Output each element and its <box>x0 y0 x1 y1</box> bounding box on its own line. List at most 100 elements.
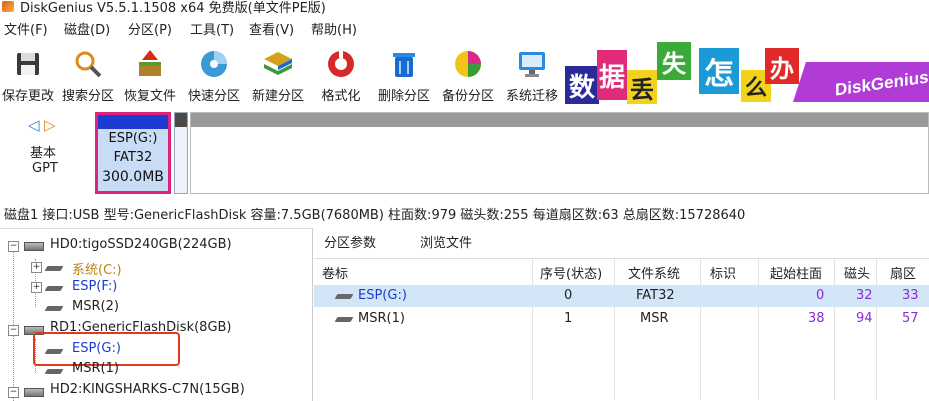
delete-partition-button[interactable]: 删除分区 <box>376 44 432 104</box>
row-head: 32 <box>856 288 873 303</box>
banner-char: 怎 <box>699 48 739 94</box>
tree-partition-msr2[interactable]: MSR(2) <box>72 299 119 314</box>
row-label: ESP(G:) <box>358 288 407 303</box>
partition-fs: FAT32 <box>113 150 153 165</box>
next-disk-arrow-icon[interactable]: ▷ <box>44 116 56 134</box>
partition-icon <box>44 306 64 311</box>
row-sector: 57 <box>902 311 919 326</box>
partition-icon <box>44 369 64 374</box>
quick-partition-label: 快速分区 <box>187 89 240 104</box>
disk-info-line: 磁盘1 接口:USB 型号:GenericFlashDisk 容量:7.5GB(… <box>4 208 746 223</box>
table-row[interactable]: MSR(1) 1 MSR 38 94 57 <box>314 308 929 330</box>
hard-disk-icon <box>24 388 44 397</box>
selected-partition-block[interactable]: ESP(G:) FAT32 300.0MB <box>95 112 171 194</box>
row-index: 1 <box>564 311 573 326</box>
menu-disk[interactable]: 磁盘(D) <box>64 19 110 38</box>
search-partition-label: 搜索分区 <box>61 89 114 104</box>
save-changes-label: 保存更改 <box>1 89 54 104</box>
trash-icon <box>393 53 415 77</box>
banner-char: 数 <box>565 66 599 104</box>
collapse-toggle[interactable]: − <box>8 241 19 252</box>
prev-disk-arrow-icon[interactable]: ◁ <box>28 116 40 134</box>
tab-partition-params[interactable]: 分区参数 <box>324 232 376 251</box>
app-icon <box>2 1 14 12</box>
system-migration-button[interactable]: 系统迁移 <box>504 44 560 104</box>
row-index: 0 <box>564 288 573 303</box>
recover-files-label: 恢复文件 <box>123 89 176 104</box>
hard-disk-icon <box>24 242 44 251</box>
column-header-index[interactable]: 序号(状态) <box>540 263 602 282</box>
column-header-label[interactable]: 卷标 <box>322 263 348 282</box>
partition-icon <box>334 317 354 322</box>
collapse-toggle[interactable]: − <box>8 387 19 398</box>
format-disc-icon <box>328 50 354 77</box>
menu-help[interactable]: 帮助(H) <box>311 19 357 38</box>
free-space-block[interactable] <box>190 112 929 194</box>
search-icon <box>75 51 102 78</box>
promo-banner[interactable]: 数 据 丢 失 怎 么 办 DiskGenius <box>565 40 929 106</box>
backup-partition-button[interactable]: 备份分区 <box>440 44 496 104</box>
tree-partition-system[interactable]: 系统(C:) <box>72 259 122 278</box>
tab-browse-files[interactable]: 浏览文件 <box>420 232 472 251</box>
system-migration-label: 系统迁移 <box>505 89 558 104</box>
recover-files-button[interactable]: 恢复文件 <box>122 44 178 104</box>
save-changes-button[interactable]: 保存更改 <box>0 44 56 104</box>
backup-pie-icon <box>455 51 481 77</box>
partition-icon <box>44 266 64 271</box>
quick-partition-button[interactable]: 快速分区 <box>186 44 242 104</box>
column-header-filesystem[interactable]: 文件系统 <box>628 263 680 282</box>
partition-details-pane: 分区参数 浏览文件 卷标 序号(状态) 文件系统 标识 起始柱面 磁头 扇区 E… <box>314 228 929 400</box>
row-head: 94 <box>856 311 873 326</box>
format-button[interactable]: 格式化 <box>313 44 369 104</box>
collapse-toggle[interactable]: − <box>8 325 19 336</box>
new-partition-label: 新建分区 <box>251 89 304 104</box>
menu-tools[interactable]: 工具(T) <box>190 19 234 38</box>
disk-tree: − HD0:tigoSSD240GB(224GB) + 系统(C:) + ESP… <box>0 228 313 401</box>
partition-size: 300.0MB <box>102 169 164 185</box>
msr-partition-block[interactable] <box>174 112 188 194</box>
floppy-disk-icon <box>17 53 39 75</box>
banner-char: 据 <box>597 50 627 100</box>
row-filesystem: MSR <box>640 311 669 326</box>
partition-icon <box>44 286 64 291</box>
partition-style-label: GPT <box>32 161 58 176</box>
partition-name: ESP(G:) <box>108 131 158 146</box>
row-label: MSR(1) <box>358 311 405 326</box>
backup-partition-label: 备份分区 <box>441 89 494 104</box>
layers-icon <box>264 52 292 75</box>
expand-toggle[interactable]: + <box>31 282 42 293</box>
banner-char: 丢 <box>627 70 657 104</box>
menu-partition[interactable]: 分区(P) <box>128 19 172 38</box>
row-start-cylinder: 38 <box>808 311 825 326</box>
row-start-cylinder: 0 <box>816 288 825 303</box>
tree-disk-hd2[interactable]: HD2:KINGSHARKS-C7N(15GB) <box>50 382 245 397</box>
tree-disk-hd0[interactable]: HD0:tigoSSD240GB(224GB) <box>50 237 232 252</box>
row-filesystem: FAT32 <box>636 288 675 303</box>
expand-toggle[interactable]: + <box>31 262 42 273</box>
partition-header-bar <box>98 115 168 129</box>
banner-char: 办 <box>765 48 799 84</box>
column-header-start-cylinder[interactable]: 起始柱面 <box>770 263 822 282</box>
search-partition-button[interactable]: 搜索分区 <box>60 44 116 104</box>
monitor-icon <box>519 52 545 77</box>
menu-view[interactable]: 查看(V) <box>249 19 294 38</box>
menu-bar: 文件(F) 磁盘(D) 分区(P) 工具(T) 查看(V) 帮助(H) <box>0 16 929 38</box>
disc-icon <box>201 51 227 77</box>
banner-char: 失 <box>657 42 691 80</box>
menu-file[interactable]: 文件(F) <box>4 19 48 38</box>
tab-divider <box>314 258 929 259</box>
free-space-header-bar <box>191 113 928 127</box>
tree-partition-msr1[interactable]: MSR(1) <box>72 361 119 376</box>
recover-box-icon <box>139 50 161 76</box>
disk-map: ◁ ▷ 基本 GPT ESP(G:) FAT32 300.0MB <box>0 110 929 200</box>
row-sector: 33 <box>902 288 919 303</box>
msr-header-bar <box>175 113 187 127</box>
new-partition-button[interactable]: 新建分区 <box>250 44 306 104</box>
column-header-head[interactable]: 磁头 <box>844 263 870 282</box>
column-header-sector[interactable]: 扇区 <box>890 263 916 282</box>
column-header-id[interactable]: 标识 <box>710 263 736 282</box>
window-title: DiskGenius V5.5.1.1508 x64 免费版(单文件PE版) <box>20 1 326 16</box>
delete-partition-label: 删除分区 <box>377 89 430 104</box>
tree-partition-esp-f[interactable]: ESP(F:) <box>72 279 117 294</box>
table-row[interactable]: ESP(G:) 0 FAT32 0 32 33 <box>314 285 929 307</box>
